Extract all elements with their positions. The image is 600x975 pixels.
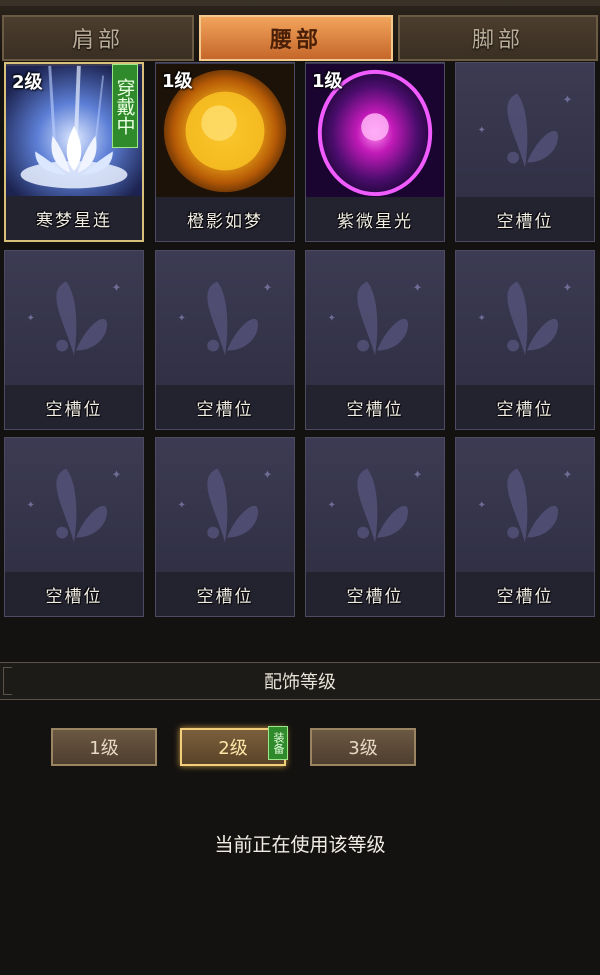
- slot-name: 空槽位: [5, 385, 143, 429]
- butterfly-placeholder-icon: ✦ ✦: [27, 280, 121, 356]
- slot-10[interactable]: ✦ ✦ 空槽位: [155, 437, 295, 617]
- slot-name: 空槽位: [156, 385, 294, 429]
- svg-text:✦: ✦: [262, 467, 272, 481]
- slot-4[interactable]: ✦ ✦ 空槽位: [455, 62, 595, 242]
- slot-6[interactable]: ✦ ✦ 空槽位: [155, 250, 295, 430]
- slot-name: 紫微星光: [306, 197, 444, 241]
- slot-name: 空槽位: [156, 572, 294, 616]
- svg-text:✦: ✦: [111, 280, 121, 294]
- svg-text:✦: ✦: [478, 125, 486, 136]
- slot-12[interactable]: ✦ ✦ 空槽位: [455, 437, 595, 617]
- slot-7[interactable]: ✦ ✦ 空槽位: [305, 250, 445, 430]
- svg-text:✦: ✦: [562, 92, 572, 106]
- butterfly-placeholder-icon: ✦ ✦: [478, 280, 572, 356]
- slot-9[interactable]: ✦ ✦ 空槽位: [4, 437, 144, 617]
- svg-text:✦: ✦: [27, 313, 35, 324]
- slot-name: 空槽位: [306, 385, 444, 429]
- svg-text:✦: ✦: [478, 500, 486, 511]
- tab-shoulder[interactable]: 肩部: [2, 15, 194, 61]
- slot-name: 空槽位: [456, 385, 594, 429]
- butterfly-placeholder-icon: ✦ ✦: [478, 92, 572, 168]
- slot-2[interactable]: 1级 橙影如梦: [155, 62, 295, 242]
- level-section-header: 配饰等级: [0, 662, 600, 700]
- svg-text:✦: ✦: [412, 280, 422, 294]
- slot-name: 空槽位: [306, 572, 444, 616]
- svg-text:✦: ✦: [27, 500, 35, 511]
- slot-name: 空槽位: [456, 572, 594, 616]
- svg-text:✦: ✦: [178, 313, 186, 324]
- svg-text:✦: ✦: [178, 500, 186, 511]
- worn-badge: 穿戴中: [112, 64, 138, 148]
- svg-text:✦: ✦: [262, 280, 272, 294]
- slot-name: 空槽位: [456, 197, 594, 241]
- slot-level: 1级: [162, 71, 193, 92]
- slot-name: 空槽位: [5, 572, 143, 616]
- svg-text:✦: ✦: [478, 313, 486, 324]
- status-text: 当前正在使用该等级: [214, 834, 386, 856]
- butterfly-placeholder-icon: ✦ ✦: [178, 467, 272, 543]
- butterfly-placeholder-icon: ✦ ✦: [328, 467, 422, 543]
- slot-name: 橙影如梦: [156, 197, 294, 241]
- section-title: 配饰等级: [264, 672, 336, 693]
- butterfly-placeholder-icon: ✦ ✦: [178, 280, 272, 356]
- slot-8[interactable]: ✦ ✦ 空槽位: [455, 250, 595, 430]
- slot-3[interactable]: 1级 紫微星光: [305, 62, 445, 242]
- slot-11[interactable]: ✦ ✦ 空槽位: [305, 437, 445, 617]
- butterfly-placeholder-icon: ✦ ✦: [27, 467, 121, 543]
- tab-feet[interactable]: 脚部: [398, 15, 598, 61]
- level-1-button[interactable]: 1级: [51, 728, 157, 766]
- tab-bar: 肩部 腰部 脚部: [0, 0, 600, 62]
- svg-text:✦: ✦: [562, 467, 572, 481]
- svg-text:✦: ✦: [111, 467, 121, 481]
- accessory-grid: 2级 穿戴中 寒梦星连 1级 橙影如梦 1级 紫微星光 ✦ ✦ 空槽位 ✦ ✦ …: [0, 62, 600, 622]
- svg-text:✦: ✦: [328, 313, 336, 324]
- level-3-button[interactable]: 3级: [310, 728, 416, 766]
- slot-name: 寒梦星连: [6, 196, 142, 240]
- tab-waist[interactable]: 腰部: [199, 15, 393, 61]
- slot-1[interactable]: 2级 穿戴中 寒梦星连: [4, 62, 144, 242]
- slot-level: 2级: [12, 72, 43, 93]
- slot-5[interactable]: ✦ ✦ 空槽位: [4, 250, 144, 430]
- slot-level: 1级: [312, 71, 343, 92]
- svg-text:✦: ✦: [328, 500, 336, 511]
- butterfly-placeholder-icon: ✦ ✦: [478, 467, 572, 543]
- butterfly-placeholder-icon: ✦ ✦: [328, 280, 422, 356]
- svg-text:✦: ✦: [562, 280, 572, 294]
- equipped-tag: 装备: [268, 726, 288, 760]
- svg-text:✦: ✦: [412, 467, 422, 481]
